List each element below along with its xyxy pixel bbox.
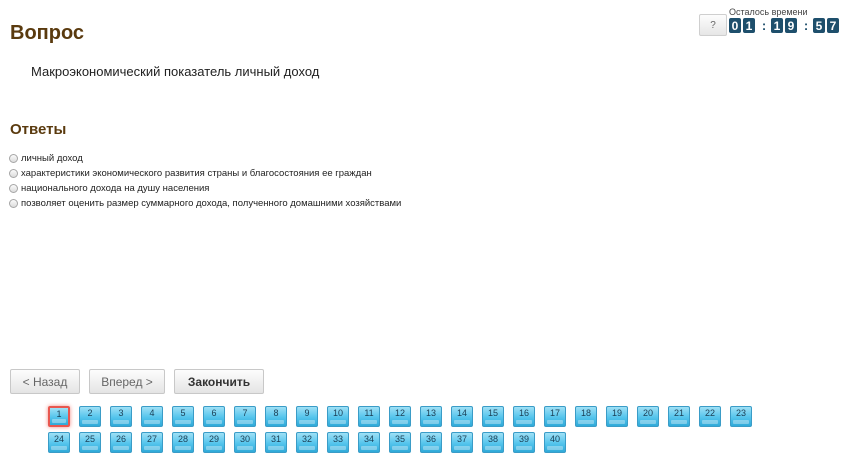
answer-list: личный доход характеристики экономическо… — [9, 151, 401, 211]
question-number-button-12[interactable]: 12 — [389, 406, 411, 427]
question-number-button-36[interactable]: 36 — [420, 432, 442, 453]
question-number-button-13[interactable]: 13 — [420, 406, 442, 427]
question-number-button-7[interactable]: 7 — [234, 406, 256, 427]
radio-button[interactable] — [9, 184, 18, 193]
question-number-button-37[interactable]: 37 — [451, 432, 473, 453]
timer-digit: 0 — [729, 18, 741, 33]
question-number-button-34[interactable]: 34 — [358, 432, 380, 453]
timer-separator: : — [803, 18, 809, 33]
question-number-button-16[interactable]: 16 — [513, 406, 535, 427]
question-number-button-39[interactable]: 39 — [513, 432, 535, 453]
question-number-button-38[interactable]: 38 — [482, 432, 504, 453]
question-number-button-8[interactable]: 8 — [265, 406, 287, 427]
question-number-button-26[interactable]: 26 — [110, 432, 132, 453]
question-number-button-15[interactable]: 15 — [482, 406, 504, 427]
question-number-button-20[interactable]: 20 — [637, 406, 659, 427]
timer-digit: 1 — [771, 18, 783, 33]
question-number-button-5[interactable]: 5 — [172, 406, 194, 427]
answer-label[interactable]: характеристики экономического развития с… — [21, 168, 372, 179]
answer-option[interactable]: характеристики экономического развития с… — [9, 166, 401, 181]
question-text: Макроэкономический показатель личный дох… — [31, 64, 320, 79]
timer-digit: 5 — [813, 18, 825, 33]
back-button[interactable]: < Назад — [10, 369, 80, 394]
question-number-button-27[interactable]: 27 — [141, 432, 163, 453]
question-number-button-21[interactable]: 21 — [668, 406, 690, 427]
question-number-button-11[interactable]: 11 — [358, 406, 380, 427]
answers-heading: Ответы — [10, 121, 67, 138]
question-number-button-3[interactable]: 3 — [110, 406, 132, 427]
answer-label[interactable]: национального дохода на душу населения — [21, 183, 209, 194]
radio-button[interactable] — [9, 154, 18, 163]
question-number-button-40[interactable]: 40 — [544, 432, 566, 453]
question-number-button-4[interactable]: 4 — [141, 406, 163, 427]
question-number-button-33[interactable]: 33 — [327, 432, 349, 453]
timer-separator: : — [761, 18, 767, 33]
question-number-button-9[interactable]: 9 — [296, 406, 318, 427]
question-number-button-30[interactable]: 30 — [234, 432, 256, 453]
next-button[interactable]: Вперед > — [89, 369, 165, 394]
question-number-button-35[interactable]: 35 — [389, 432, 411, 453]
question-number-button-6[interactable]: 6 — [203, 406, 225, 427]
question-number-button-31[interactable]: 31 — [265, 432, 287, 453]
answer-option[interactable]: позволяет оценить размер суммарного дохо… — [9, 196, 401, 211]
question-number-button-22[interactable]: 22 — [699, 406, 721, 427]
countdown-timer: 0 1 : 1 9 : 5 7 — [729, 18, 841, 33]
question-heading: Вопрос — [10, 22, 85, 44]
answer-label[interactable]: личный доход — [21, 153, 83, 164]
question-number-button-17[interactable]: 17 — [544, 406, 566, 427]
question-number-button-19[interactable]: 19 — [606, 406, 628, 427]
answer-option[interactable]: национального дохода на душу населения — [9, 181, 401, 196]
question-number-button-23[interactable]: 23 — [730, 406, 752, 427]
question-number-button-29[interactable]: 29 — [203, 432, 225, 453]
question-number-button-28[interactable]: 28 — [172, 432, 194, 453]
finish-button[interactable]: Закончить — [174, 369, 264, 394]
radio-button[interactable] — [9, 199, 18, 208]
help-button[interactable]: ? — [699, 14, 727, 36]
timer-digit: 7 — [827, 18, 839, 33]
timer-digit: 1 — [743, 18, 755, 33]
question-number-button-32[interactable]: 32 — [296, 432, 318, 453]
question-number-button-18[interactable]: 18 — [575, 406, 597, 427]
question-number-button-24[interactable]: 24 — [48, 432, 70, 453]
timer-digit: 9 — [785, 18, 797, 33]
question-number-button-14[interactable]: 14 — [451, 406, 473, 427]
answer-label[interactable]: позволяет оценить размер суммарного дохо… — [21, 198, 401, 209]
radio-button[interactable] — [9, 169, 18, 178]
question-number-button-25[interactable]: 25 — [79, 432, 101, 453]
timer-label: Осталось времени — [729, 7, 808, 17]
question-number-button-10[interactable]: 10 — [327, 406, 349, 427]
question-number-button-2[interactable]: 2 — [79, 406, 101, 427]
answer-option[interactable]: личный доход — [9, 151, 401, 166]
question-number-button-1[interactable]: 1 — [48, 406, 70, 427]
